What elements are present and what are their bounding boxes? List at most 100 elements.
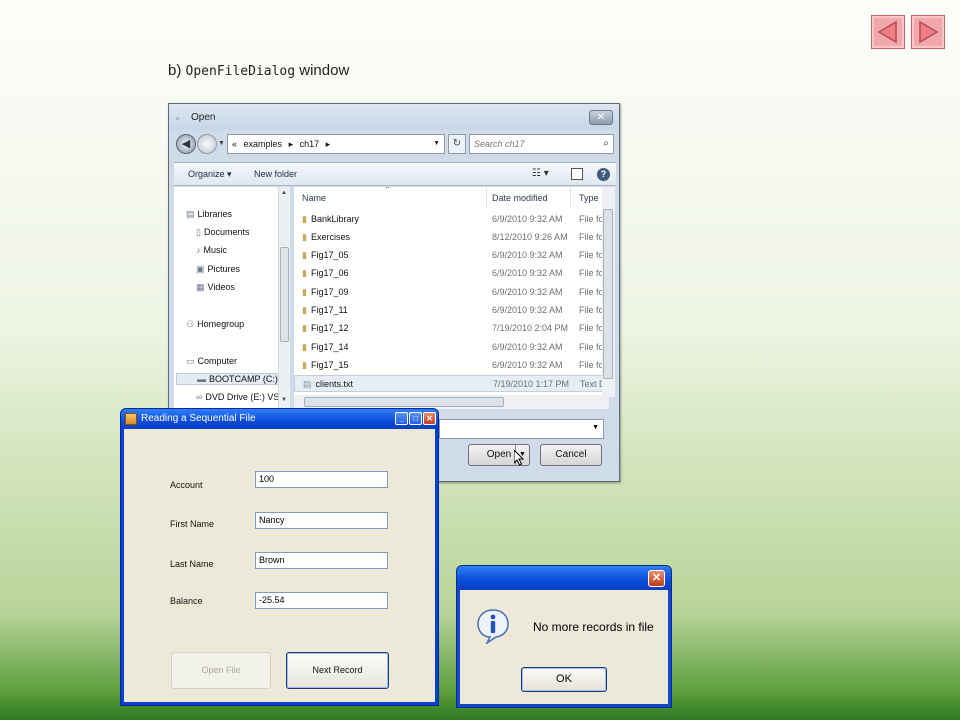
first-name-field[interactable]: Nancy	[255, 512, 388, 529]
folder-icon: ▮	[302, 214, 307, 224]
folder-icon: ▮	[302, 360, 307, 370]
scroll-up-icon[interactable]: ▲	[281, 190, 287, 196]
nav-item-libraries[interactable]: ▤ Libraries	[186, 209, 232, 220]
address-segment-ch17[interactable]: ch17	[300, 139, 320, 149]
nav-item-videos[interactable]: ▦ Videos	[196, 282, 235, 293]
arrow-right-icon	[919, 20, 939, 44]
nav-label: Homegroup	[197, 319, 245, 329]
forward-button[interactable]	[197, 134, 217, 154]
address-segment-examples[interactable]: examples	[244, 139, 283, 149]
scrollbar-thumb[interactable]	[280, 247, 289, 342]
window-title: Reading a Sequential File	[141, 413, 256, 424]
folder-icon: ▮	[302, 287, 307, 297]
file-row[interactable]: ▮ BankLibrary 6/9/2010 9:32 AM File fol	[294, 211, 609, 228]
change-view-button[interactable]: ☷ ▾	[532, 168, 549, 179]
form-client-area: Account 100 First Name Nancy Last Name B…	[124, 429, 435, 702]
file-row[interactable]: ▮ Exercises 8/12/2010 9:26 AM File fol	[294, 229, 609, 246]
file-list-vertical-scrollbar[interactable]	[602, 187, 615, 397]
message-box-titlebar: ✕	[457, 566, 671, 590]
back-arrow-icon: ◀	[181, 138, 191, 150]
search-icon: ⌕	[603, 138, 609, 149]
caption-suffix: window	[299, 62, 350, 79]
pictures-icon: ▣	[196, 264, 205, 274]
nav-label: Pictures	[207, 264, 241, 274]
computer-icon: ▭	[186, 356, 195, 366]
preview-pane-icon[interactable]	[571, 168, 583, 180]
file-date: 8/12/2010 9:26 AM	[492, 232, 568, 242]
file-list: Name Date modified Type ⌃ ▮ BankLibrary 6/…	[294, 187, 609, 397]
navigation-pane: ▤ Libraries ▯ Documents ♪ Music ▣ Pictures ▦…	[174, 187, 287, 409]
refresh-icon: ↻	[452, 138, 462, 149]
maximize-button[interactable]: □	[409, 412, 422, 425]
refresh-button[interactable]: ↻	[448, 134, 466, 154]
nav-item-documents[interactable]: ▯ Documents	[196, 227, 249, 238]
nav-item-pictures[interactable]: ▣ Pictures	[196, 264, 240, 275]
close-button[interactable]: ✕	[423, 412, 436, 425]
next-slide-button[interactable]	[911, 15, 945, 49]
folder-icon: ▮	[302, 268, 307, 278]
nav-item-computer[interactable]: ▭ Computer	[186, 356, 237, 367]
nav-item-music[interactable]: ♪ Music	[196, 245, 227, 255]
message-box: ✕ No more records in file OK	[456, 565, 672, 708]
libraries-icon: ▤	[186, 209, 195, 219]
help-icon[interactable]: ?	[597, 168, 610, 181]
history-dropdown-icon[interactable]: ▼	[218, 140, 225, 147]
nav-item-bootcamp[interactable]: ▬ BOOTCAMP (C:)	[176, 373, 281, 385]
search-placeholder: Search ch17	[474, 139, 525, 149]
breadcrumb-separator-icon: ▸	[288, 139, 294, 149]
minimize-button[interactable]: _	[395, 412, 408, 425]
file-date: 6/9/2010 9:32 AM	[492, 360, 563, 370]
file-date: 6/9/2010 9:32 AM	[492, 342, 563, 352]
file-date: 6/9/2010 9:32 AM	[492, 305, 563, 315]
file-name: Fig17_14	[310, 342, 349, 352]
address-dropdown-icon[interactable]: ▼	[433, 135, 440, 153]
information-icon	[477, 609, 509, 644]
homegroup-icon: ⚇	[186, 319, 195, 329]
file-row[interactable]: ▮ Fig17_11 6/9/2010 9:32 AM File fol	[294, 302, 609, 319]
scrollbar-thumb[interactable]	[603, 209, 613, 379]
file-row[interactable]: ▮ Fig17_06 6/9/2010 9:32 AM File fol	[294, 265, 609, 282]
breadcrumb-separator-icon: ▸	[325, 139, 331, 149]
scrollbar-thumb[interactable]	[304, 397, 504, 407]
dropdown-arrow-icon: ▼	[592, 424, 599, 431]
folder-icon: ▮	[302, 305, 307, 315]
previous-slide-button[interactable]	[871, 15, 905, 49]
navigation-scrollbar[interactable]: ▲ ▼	[278, 187, 290, 409]
nav-item-dvd-drive[interactable]: ∞ DVD Drive (E:) VS	[196, 392, 279, 402]
column-header-date[interactable]: Date modified	[484, 187, 571, 209]
balance-field[interactable]: -25.54	[255, 592, 388, 609]
open-dialog-close-button[interactable]: ✕	[589, 110, 613, 125]
message-box-close-button[interactable]: ✕	[648, 570, 665, 587]
drive-icon: ▬	[197, 374, 206, 384]
file-row[interactable]: ▮ Fig17_09 6/9/2010 9:32 AM File fol	[294, 284, 609, 301]
search-input[interactable]: Search ch17 ⌕	[469, 134, 614, 154]
file-date: 6/9/2010 9:32 AM	[492, 250, 563, 260]
cancel-button[interactable]: Cancel	[540, 444, 602, 466]
file-row[interactable]: ▮ Fig17_14 6/9/2010 9:32 AM File fol	[294, 339, 609, 356]
nav-label: DVD Drive (E:) VS	[205, 392, 280, 402]
open-file-button[interactable]: Open File	[171, 652, 271, 689]
nav-item-homegroup[interactable]: ⚇ Homegroup	[186, 319, 244, 330]
account-field[interactable]: 100	[255, 471, 388, 488]
nav-label: Documents	[203, 227, 250, 237]
scroll-down-icon[interactable]: ▼	[281, 397, 287, 403]
file-type-dropdown[interactable]: ▼	[439, 419, 604, 439]
next-record-button[interactable]: Next Record	[286, 652, 389, 689]
last-name-field[interactable]: Brown	[255, 552, 388, 569]
ok-button[interactable]: OK	[521, 667, 607, 692]
file-list-horizontal-scrollbar[interactable]	[294, 395, 609, 409]
organize-button[interactable]: Organize ▾	[188, 169, 232, 180]
file-row[interactable]: ▮ Fig17_12 7/19/2010 2:04 PM File fol	[294, 320, 609, 337]
last-name-label: Last Name	[170, 559, 214, 569]
back-button[interactable]: ◀	[176, 134, 196, 154]
folder-icon: ▮	[302, 342, 307, 352]
file-row[interactable]: ▮ Fig17_15 6/9/2010 9:32 AM File fol	[294, 357, 609, 374]
app-icon	[125, 413, 137, 425]
message-text: No more records in file	[533, 620, 654, 634]
file-name: Fig17_05	[310, 250, 349, 260]
address-bar[interactable]: « examples ▸ ch17 ▸ ▼	[227, 134, 445, 154]
file-row[interactable]: ▮ Fig17_05 6/9/2010 9:32 AM File fol	[294, 247, 609, 264]
new-folder-button[interactable]: New folder	[254, 169, 297, 179]
file-row-selected[interactable]: ▤ clients.txt 7/19/2010 1:17 PM Text D	[294, 375, 609, 392]
address-overflow[interactable]: «	[232, 139, 237, 149]
